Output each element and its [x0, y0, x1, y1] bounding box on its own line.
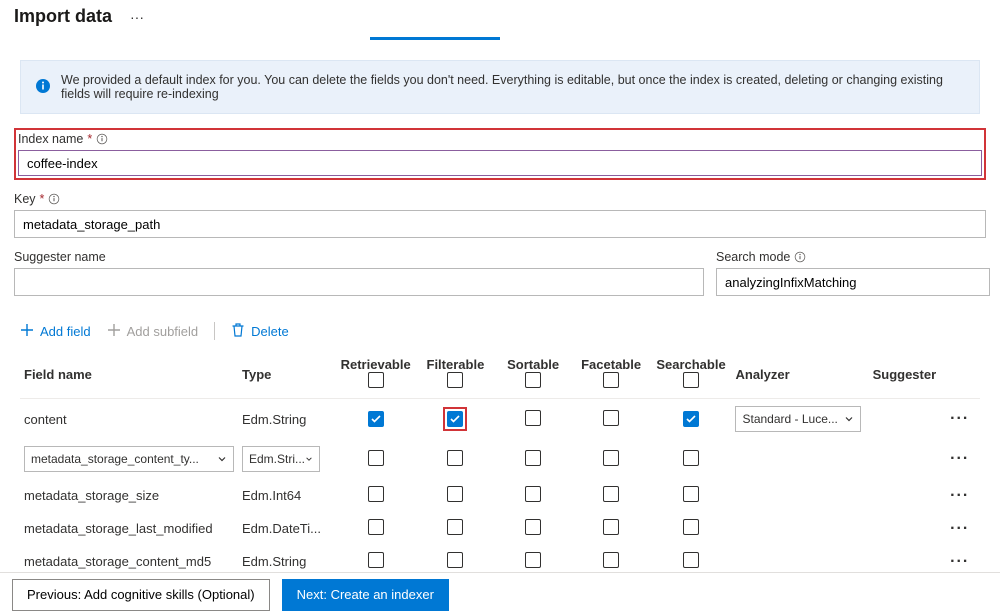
trash-icon	[231, 323, 245, 340]
checkbox[interactable]	[525, 519, 541, 535]
col-sortable: Sortable	[499, 357, 568, 372]
field-name: metadata_storage_size	[24, 488, 159, 503]
filterable-all-checkbox[interactable]	[447, 372, 463, 388]
row-more-icon[interactable]: ···	[944, 487, 975, 504]
analyzer-dropdown[interactable]: Standard - Luce...	[735, 406, 861, 432]
suggester-input[interactable]	[14, 268, 704, 296]
checkbox[interactable]	[603, 552, 619, 568]
add-subfield-button: Add subfield	[107, 323, 199, 340]
field-name-dropdown[interactable]: metadata_storage_content_ty...	[24, 446, 234, 472]
row-more-icon[interactable]: ···	[944, 553, 975, 570]
plus-icon	[20, 323, 34, 340]
type-value: Edm.Int64	[242, 488, 301, 503]
col-suggester: Suggester	[869, 350, 941, 399]
row-more-icon[interactable]: ···	[944, 450, 975, 467]
checkbox[interactable]	[683, 519, 699, 535]
checkbox[interactable]	[368, 450, 384, 466]
col-field-name: Field name	[20, 350, 238, 399]
checkbox[interactable]	[603, 450, 619, 466]
required-mark: *	[40, 192, 45, 206]
checkbox[interactable]	[683, 486, 699, 502]
info-icon[interactable]	[96, 133, 108, 145]
filterable-highlight	[443, 407, 467, 431]
index-name-input[interactable]	[18, 150, 982, 176]
searchable-all-checkbox[interactable]	[683, 372, 699, 388]
field-name: metadata_storage_content_md5	[24, 554, 211, 569]
checkbox[interactable]	[603, 519, 619, 535]
add-field-label: Add field	[40, 324, 91, 339]
field-name: metadata_storage_last_modified	[24, 521, 213, 536]
checkbox[interactable]	[368, 519, 384, 535]
separator	[214, 322, 215, 340]
plus-icon	[107, 323, 121, 340]
suggester-label: Suggester name	[14, 250, 106, 264]
checkbox[interactable]	[368, 486, 384, 502]
col-type: Type	[238, 350, 335, 399]
info-icon	[35, 78, 51, 97]
index-name-label: Index name	[18, 132, 83, 146]
index-name-highlight: Index name *	[14, 128, 986, 180]
type-dropdown[interactable]: Edm.Stri...	[242, 446, 320, 472]
field-name: content	[24, 412, 67, 427]
delete-button[interactable]: Delete	[231, 323, 289, 340]
row-more-icon[interactable]: ···	[944, 410, 975, 427]
previous-button[interactable]: Previous: Add cognitive skills (Optional…	[12, 579, 270, 611]
search-mode-label: Search mode	[716, 250, 790, 264]
checkbox[interactable]	[603, 410, 619, 426]
checkbox[interactable]	[525, 450, 541, 466]
checkbox[interactable]	[447, 411, 463, 427]
checkbox[interactable]	[447, 519, 463, 535]
type-value: Edm.String	[242, 412, 306, 427]
key-label: Key	[14, 192, 36, 206]
retrievable-all-checkbox[interactable]	[368, 372, 384, 388]
info-text: We provided a default index for you. You…	[61, 73, 965, 101]
checkbox[interactable]	[447, 552, 463, 568]
col-analyzer: Analyzer	[731, 350, 868, 399]
facetable-all-checkbox[interactable]	[603, 372, 619, 388]
add-field-button[interactable]: Add field	[20, 323, 91, 340]
type-value: Edm.DateTi...	[242, 521, 321, 536]
delete-label: Delete	[251, 324, 289, 339]
checkbox[interactable]	[525, 486, 541, 502]
active-tab-indicator	[370, 37, 500, 40]
col-filterable: Filterable	[420, 357, 490, 372]
checkbox[interactable]	[447, 486, 463, 502]
checkbox[interactable]	[368, 411, 384, 427]
info-banner: We provided a default index for you. You…	[20, 60, 980, 114]
add-subfield-label: Add subfield	[127, 324, 199, 339]
checkbox[interactable]	[447, 450, 463, 466]
row-more-icon[interactable]: ···	[944, 520, 975, 537]
checkbox[interactable]	[525, 410, 541, 426]
table-row: metadata_storage_last_modified Edm.DateTi…	[20, 512, 980, 545]
required-mark: *	[87, 132, 92, 146]
checkbox[interactable]	[368, 552, 384, 568]
sortable-all-checkbox[interactable]	[525, 372, 541, 388]
info-icon[interactable]	[48, 193, 60, 205]
checkbox[interactable]	[683, 450, 699, 466]
checkbox[interactable]	[525, 552, 541, 568]
checkbox[interactable]	[683, 411, 699, 427]
table-row: metadata_storage_content_ty... Edm.Stri..…	[20, 439, 980, 479]
col-retrievable: Retrievable	[339, 357, 412, 372]
key-input[interactable]	[14, 210, 986, 238]
next-button[interactable]: Next: Create an indexer	[282, 579, 449, 611]
col-facetable: Facetable	[576, 357, 647, 372]
type-value: Edm.String	[242, 554, 306, 569]
info-icon[interactable]	[794, 251, 806, 263]
table-row: metadata_storage_size Edm.Int64 ···	[20, 479, 980, 512]
page-title: Import data	[14, 6, 112, 27]
checkbox[interactable]	[683, 552, 699, 568]
more-menu[interactable]: ···	[124, 7, 150, 27]
table-row: content Edm.String Standard - Luce... ···	[20, 399, 980, 440]
checkbox[interactable]	[603, 486, 619, 502]
col-searchable: Searchable	[655, 357, 728, 372]
search-mode-input[interactable]	[716, 268, 990, 296]
